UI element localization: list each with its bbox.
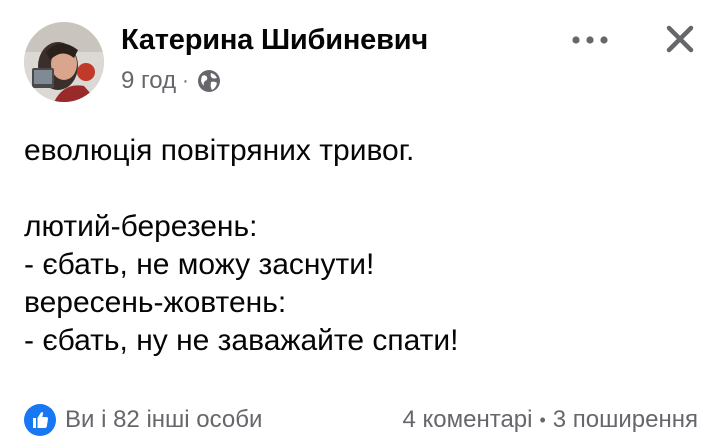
reactions-text: Ви і 82 інші особи bbox=[65, 406, 263, 433]
post-line: вересень-жовтень: bbox=[24, 286, 287, 319]
post-line-break bbox=[24, 170, 696, 208]
avatar-photo bbox=[24, 22, 104, 102]
post-line: лютий-березень: bbox=[24, 210, 258, 243]
avatar[interactable] bbox=[24, 22, 104, 102]
like-icon bbox=[24, 404, 56, 436]
globe-icon[interactable] bbox=[196, 68, 222, 94]
facebook-post: Катерина Шибиневич 9 год · еволюція пові… bbox=[0, 0, 720, 446]
stats-separator: • bbox=[539, 409, 546, 430]
post-meta: 9 год · bbox=[121, 67, 222, 95]
more-options-icon bbox=[572, 36, 608, 44]
more-options-button[interactable] bbox=[564, 20, 616, 60]
post-footer: Ви і 82 інші особи 4 коментарі • 3 пошир… bbox=[24, 400, 698, 440]
meta-separator: · bbox=[182, 69, 189, 92]
post-time[interactable]: 9 год bbox=[121, 67, 176, 95]
reactions-summary[interactable]: Ви і 82 інші особи bbox=[24, 404, 262, 436]
post-line: - єбать, не можу заснути! bbox=[24, 248, 375, 281]
author-name[interactable]: Катерина Шибиневич bbox=[121, 24, 428, 57]
comments-count[interactable]: 4 коментарі bbox=[402, 406, 532, 434]
post-text: еволюція повітряних тривог. лютий-березе… bbox=[24, 132, 696, 360]
close-icon bbox=[666, 25, 694, 53]
shares-count[interactable]: 3 поширення bbox=[553, 406, 698, 434]
post-stats: 4 коментарі • 3 поширення bbox=[402, 406, 698, 434]
post-line: еволюція повітряних тривог. bbox=[24, 134, 415, 167]
post-line: - єбать, ну не заважайте спати! bbox=[24, 324, 459, 357]
close-button[interactable] bbox=[657, 16, 703, 62]
